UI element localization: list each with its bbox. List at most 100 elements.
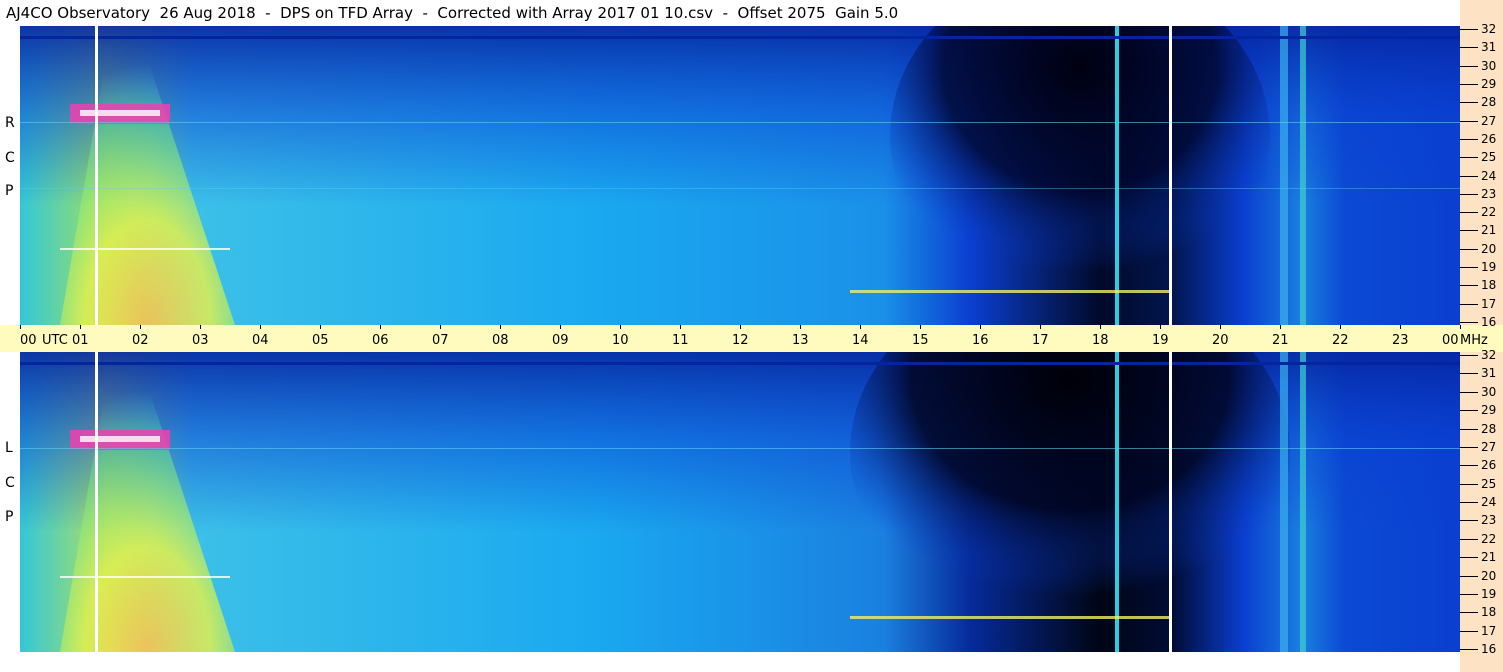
time-tick-mark xyxy=(1340,325,1341,329)
frequency-tick-mark xyxy=(1460,285,1478,287)
time-tick-mark xyxy=(500,325,501,329)
time-tick-label: 21 xyxy=(1272,333,1289,348)
time-tick-label: 08 xyxy=(492,333,509,348)
polarization-letter: P xyxy=(5,509,14,525)
frequency-tick-mark xyxy=(1460,83,1478,85)
polarization-letter: C xyxy=(5,150,15,166)
frequency-tick-label: 27 xyxy=(1481,439,1497,454)
frequency-tick-label: 18 xyxy=(1481,605,1497,620)
frequency-tick-label: 16 xyxy=(1481,642,1497,656)
frequency-tick-mark xyxy=(1460,593,1478,595)
frequency-tick-mark xyxy=(1460,29,1478,30)
frequency-tick-mark xyxy=(1460,322,1478,323)
frequency-tick-label: 25 xyxy=(1481,150,1497,165)
time-tick-label: 09 xyxy=(552,333,569,348)
time-tick-label: 02 xyxy=(132,333,149,348)
frequency-tick-label: 25 xyxy=(1481,476,1497,491)
frequency-tick-label: 30 xyxy=(1481,58,1497,73)
time-tick-mark xyxy=(920,325,921,329)
frequency-tick-label: 22 xyxy=(1481,531,1497,546)
frequency-tick-mark xyxy=(1460,538,1478,540)
frequency-tick-label: 22 xyxy=(1481,205,1497,220)
polarization-letter: P xyxy=(5,183,14,199)
time-tick-label: 15 xyxy=(912,333,929,348)
time-tick-label: 18 xyxy=(1092,333,1109,348)
utc-unit-label: UTC xyxy=(42,333,68,348)
time-tick-label: 20 xyxy=(1212,333,1229,348)
frequency-tick-mark xyxy=(1460,212,1478,214)
rcp-spectrogram xyxy=(20,26,1460,325)
frequency-tick-mark xyxy=(1460,649,1478,650)
frequency-tick-mark xyxy=(1460,138,1478,140)
time-tick-label: 06 xyxy=(372,333,389,348)
time-tick-label: 11 xyxy=(672,333,689,348)
time-tick-label: 00 xyxy=(1442,333,1459,348)
utc-marker-line xyxy=(95,26,98,325)
time-tick-mark xyxy=(20,325,21,329)
frequency-tick-label: 19 xyxy=(1481,586,1497,601)
polarization-letter: R xyxy=(5,115,15,131)
frequency-tick-label: 17 xyxy=(1481,623,1497,638)
utc-marker-line xyxy=(95,352,98,652)
time-tick-label: 04 xyxy=(252,333,269,348)
frequency-tick-mark xyxy=(1460,65,1478,67)
frequency-tick-label: 28 xyxy=(1481,95,1497,110)
frequency-tick-mark xyxy=(1460,248,1478,250)
rcp-spectrogram-svg xyxy=(20,26,1460,325)
frequency-tick-label: 16 xyxy=(1481,315,1497,329)
frequency-tick-label: 24 xyxy=(1481,495,1497,509)
frequency-tick-mark xyxy=(1460,612,1478,614)
frequency-tick-label: 32 xyxy=(1481,348,1497,362)
time-tick-label: 13 xyxy=(792,333,809,348)
time-tick-mark xyxy=(200,325,201,329)
frequency-tick-mark xyxy=(1460,630,1478,632)
frequency-tick-label: 20 xyxy=(1481,568,1497,583)
time-tick-label: 22 xyxy=(1332,333,1349,348)
time-tick-label: 12 xyxy=(732,333,749,348)
time-tick-label: 14 xyxy=(852,333,869,348)
utc-marker-line xyxy=(1169,26,1172,325)
frequency-tick-mark xyxy=(1460,391,1478,393)
time-axis-left-cap xyxy=(0,325,20,352)
frequency-tick-mark xyxy=(1460,446,1478,448)
lcp-spectrogram xyxy=(20,352,1460,652)
time-tick-mark xyxy=(1280,325,1281,329)
utc-marker-line xyxy=(1169,352,1172,652)
frequency-tick-label: 26 xyxy=(1481,131,1497,146)
frequency-tick-mark xyxy=(1460,483,1478,485)
frequency-tick-mark xyxy=(1460,520,1478,522)
time-tick-mark xyxy=(680,325,681,329)
time-tick-label: 10 xyxy=(612,333,629,348)
frequency-tick-label: 21 xyxy=(1481,223,1497,238)
polarization-letter: L xyxy=(5,440,13,456)
time-tick-label: 16 xyxy=(972,333,989,348)
frequency-tick-label: 19 xyxy=(1481,260,1497,275)
time-tick-mark xyxy=(1040,325,1041,329)
frequency-tick-label: 17 xyxy=(1481,296,1497,311)
frequency-tick-mark xyxy=(1460,557,1478,559)
time-tick-mark xyxy=(140,325,141,329)
frequency-tick-label: 30 xyxy=(1481,384,1497,399)
frequency-tick-label: 29 xyxy=(1481,403,1497,418)
time-tick-label: 05 xyxy=(312,333,329,348)
frequency-tick-label: 26 xyxy=(1481,458,1497,473)
frequency-tick-label: 27 xyxy=(1481,113,1497,128)
time-tick-mark xyxy=(260,325,261,329)
time-tick-mark xyxy=(380,325,381,329)
frequency-tick-mark xyxy=(1460,193,1478,195)
time-tick-mark xyxy=(80,325,81,329)
frequency-tick-mark xyxy=(1460,267,1478,269)
time-tick-mark xyxy=(1160,325,1161,329)
time-tick-label: 17 xyxy=(1032,333,1049,348)
frequency-tick-mark xyxy=(1460,47,1478,49)
frequency-tick-mark xyxy=(1460,502,1478,503)
frequency-tick-mark xyxy=(1460,157,1478,159)
time-tick-label: 19 xyxy=(1152,333,1169,348)
time-axis: 00 01 02 03 04 05 06 07 08 09 10 11 12 13 14 15 16 17 18 19… xyxy=(20,325,1488,352)
time-tick-mark xyxy=(740,325,741,329)
frequency-tick-label: 29 xyxy=(1481,76,1497,91)
frequency-tick-mark xyxy=(1460,120,1478,122)
frequency-tick-label: 20 xyxy=(1481,241,1497,256)
mhz-unit-label: MHz xyxy=(1460,333,1488,348)
frequency-tick-mark xyxy=(1460,465,1478,467)
